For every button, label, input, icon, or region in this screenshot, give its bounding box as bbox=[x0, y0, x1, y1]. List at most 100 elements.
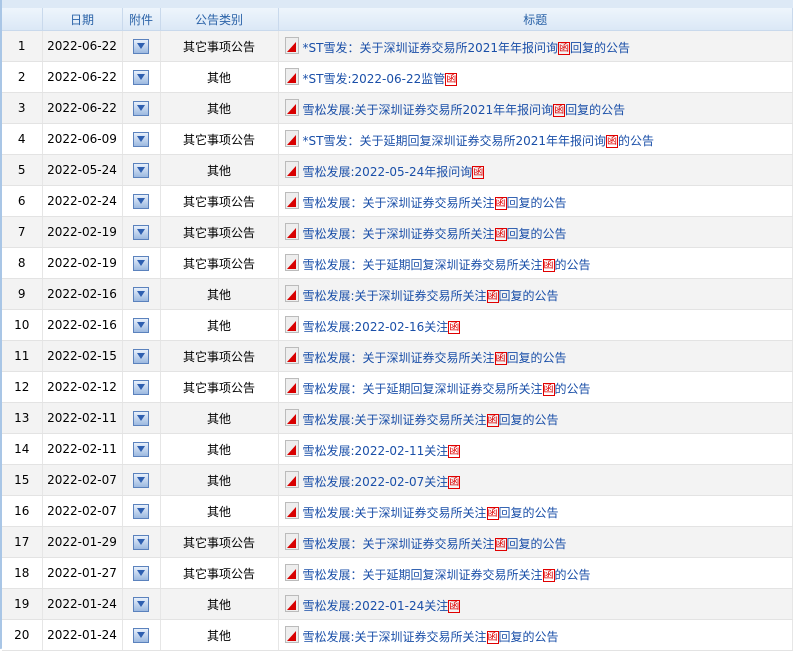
row-category: 其它事项公告 bbox=[160, 340, 279, 372]
row-attachment bbox=[122, 464, 161, 496]
announcement-link[interactable]: 雪松发展:关于深圳证券交易所关注函回复的公告 bbox=[303, 289, 559, 303]
announcement-link[interactable]: 雪松发展:关于深圳证券交易所2021年年报问询函回复的公告 bbox=[303, 103, 625, 117]
pdf-icon bbox=[284, 191, 299, 209]
table-row: 7 2022-02-19 其它事项公告 雪松发展：关于深圳证券交易所关注函回复的公告 bbox=[2, 216, 793, 248]
download-icon[interactable] bbox=[133, 565, 149, 581]
row-attachment bbox=[122, 123, 161, 155]
row-number: 4 bbox=[2, 123, 43, 155]
header-attachment: 附件 bbox=[122, 8, 161, 31]
announcement-link[interactable]: 雪松发展：关于延期回复深圳证券交易所关注函的公告 bbox=[303, 568, 591, 582]
row-number: 12 bbox=[2, 371, 43, 403]
download-icon[interactable] bbox=[133, 38, 149, 54]
title-highlight: 函 bbox=[472, 165, 485, 179]
title-highlight: 函 bbox=[486, 289, 499, 303]
row-category: 其他 bbox=[160, 464, 279, 496]
header-category[interactable]: 公告类别 bbox=[160, 8, 279, 31]
announcement-link[interactable]: 雪松发展:关于深圳证券交易所关注函回复的公告 bbox=[303, 413, 559, 427]
pdf-icon bbox=[284, 67, 299, 85]
row-date: 2022-01-24 bbox=[42, 588, 123, 620]
download-icon[interactable] bbox=[133, 286, 149, 302]
pdf-icon bbox=[284, 439, 299, 457]
row-title: *ST雪发：关于延期回复深圳证券交易所2021年年报问询函的公告 bbox=[278, 123, 793, 155]
download-icon[interactable] bbox=[133, 379, 149, 395]
download-icon[interactable] bbox=[133, 348, 149, 364]
announcement-link[interactable]: 雪松发展:2022-02-16关注函 bbox=[303, 320, 461, 334]
download-icon[interactable] bbox=[133, 317, 149, 333]
row-number: 5 bbox=[2, 154, 43, 186]
row-date: 2022-06-22 bbox=[42, 92, 123, 124]
row-title: *ST雪发：关于深圳证券交易所2021年年报问询函回复的公告 bbox=[278, 30, 793, 62]
announcement-link[interactable]: 雪松发展:2022-05-24年报问询函 bbox=[303, 165, 485, 179]
row-title: 雪松发展:关于深圳证券交易所关注函回复的公告 bbox=[278, 619, 793, 651]
announcement-link[interactable]: *ST雪发:2022-06-22监管函 bbox=[303, 72, 458, 86]
announcement-link[interactable]: 雪松发展：关于深圳证券交易所关注函回复的公告 bbox=[303, 351, 567, 365]
title-text: 雪松发展:2022-02-16关注 bbox=[302, 319, 449, 334]
announcement-link[interactable]: 雪松发展：关于延期回复深圳证券交易所关注函的公告 bbox=[303, 258, 591, 272]
download-icon[interactable] bbox=[133, 224, 149, 240]
download-icon[interactable] bbox=[133, 193, 149, 209]
title-text: 雪松发展：关于延期回复深圳证券交易所关注 bbox=[302, 257, 543, 272]
title-highlight: 函 bbox=[553, 103, 566, 117]
row-category: 其他 bbox=[160, 309, 279, 341]
download-icon[interactable] bbox=[133, 596, 149, 612]
row-date: 2022-06-22 bbox=[42, 61, 123, 93]
download-icon[interactable] bbox=[133, 627, 149, 643]
row-title: 雪松发展:关于深圳证券交易所2021年年报问询函回复的公告 bbox=[278, 92, 793, 124]
table-row: 17 2022-01-29 其它事项公告 雪松发展：关于深圳证券交易所关注函回复的公告 bbox=[2, 526, 793, 558]
announcement-link[interactable]: 雪松发展：关于深圳证券交易所关注函回复的公告 bbox=[303, 227, 567, 241]
download-icon[interactable] bbox=[133, 100, 149, 116]
title-highlight: 函 bbox=[542, 568, 555, 582]
download-icon[interactable] bbox=[133, 410, 149, 426]
row-date: 2022-01-29 bbox=[42, 526, 123, 558]
title-highlight: 函 bbox=[542, 382, 555, 396]
announcement-link[interactable]: 雪松发展：关于深圳证券交易所关注函回复的公告 bbox=[303, 196, 567, 210]
download-icon[interactable] bbox=[133, 503, 149, 519]
announcement-link[interactable]: 雪松发展:关于深圳证券交易所关注函回复的公告 bbox=[303, 506, 559, 520]
pdf-icon bbox=[284, 36, 299, 54]
announcement-link[interactable]: 雪松发展：关于延期回复深圳证券交易所关注函的公告 bbox=[303, 382, 591, 396]
title-highlight: 函 bbox=[494, 537, 507, 551]
table-row: 9 2022-02-16 其他 雪松发展:关于深圳证券交易所关注函回复的公告 bbox=[2, 278, 793, 310]
pdf-icon bbox=[284, 315, 299, 333]
title-text: 雪松发展:2022-02-07关注 bbox=[302, 474, 449, 489]
announcement-link[interactable]: 雪松发展:2022-02-11关注函 bbox=[303, 444, 461, 458]
announcement-link[interactable]: 雪松发展:2022-01-24关注函 bbox=[303, 599, 461, 613]
announcement-link[interactable]: 雪松发展:2022-02-07关注函 bbox=[303, 475, 461, 489]
announcement-link[interactable]: 雪松发展：关于深圳证券交易所关注函回复的公告 bbox=[303, 537, 567, 551]
table-row: 16 2022-02-07 其他 雪松发展:关于深圳证券交易所关注函回复的公告 bbox=[2, 495, 793, 527]
title-text-suffix: 回复的公告 bbox=[506, 350, 567, 365]
pdf-icon bbox=[284, 160, 299, 178]
pdf-icon bbox=[284, 532, 299, 550]
row-title: 雪松发展：关于深圳证券交易所关注函回复的公告 bbox=[278, 340, 793, 372]
row-title: 雪松发展：关于深圳证券交易所关注函回复的公告 bbox=[278, 526, 793, 558]
title-text: 雪松发展:关于深圳证券交易所关注 bbox=[302, 629, 487, 644]
download-icon[interactable] bbox=[133, 131, 149, 147]
title-text-suffix: 回复的公告 bbox=[570, 40, 631, 55]
row-attachment bbox=[122, 340, 161, 372]
title-highlight: 函 bbox=[448, 475, 461, 489]
row-number: 2 bbox=[2, 61, 43, 93]
announcement-link[interactable]: *ST雪发：关于延期回复深圳证券交易所2021年年报问询函的公告 bbox=[303, 134, 654, 148]
pdf-icon bbox=[284, 470, 299, 488]
download-icon[interactable] bbox=[133, 69, 149, 85]
row-date: 2022-02-07 bbox=[42, 495, 123, 527]
row-category: 其他 bbox=[160, 433, 279, 465]
row-title: 雪松发展：关于深圳证券交易所关注函回复的公告 bbox=[278, 216, 793, 248]
row-attachment bbox=[122, 495, 161, 527]
announcement-link[interactable]: *ST雪发：关于深圳证券交易所2021年年报问询函回复的公告 bbox=[303, 40, 631, 55]
download-icon[interactable] bbox=[133, 255, 149, 271]
title-text-suffix: 回复的公告 bbox=[498, 288, 559, 303]
row-attachment bbox=[122, 185, 161, 217]
table-row: 13 2022-02-11 其他 雪松发展:关于深圳证券交易所关注函回复的公告 bbox=[2, 402, 793, 434]
title-text: 雪松发展:2022-01-24关注 bbox=[302, 598, 449, 613]
announcement-link[interactable]: 雪松发展:关于深圳证券交易所关注函回复的公告 bbox=[303, 630, 559, 644]
download-icon[interactable] bbox=[133, 441, 149, 457]
download-icon[interactable] bbox=[133, 162, 149, 178]
title-text-suffix: 的公告 bbox=[554, 567, 591, 582]
pdf-icon bbox=[284, 284, 299, 302]
download-icon[interactable] bbox=[133, 472, 149, 488]
row-title: 雪松发展：关于延期回复深圳证券交易所关注函的公告 bbox=[278, 557, 793, 589]
download-icon[interactable] bbox=[133, 534, 149, 550]
header-date[interactable]: 日期 bbox=[42, 8, 123, 31]
row-number: 6 bbox=[2, 185, 43, 217]
